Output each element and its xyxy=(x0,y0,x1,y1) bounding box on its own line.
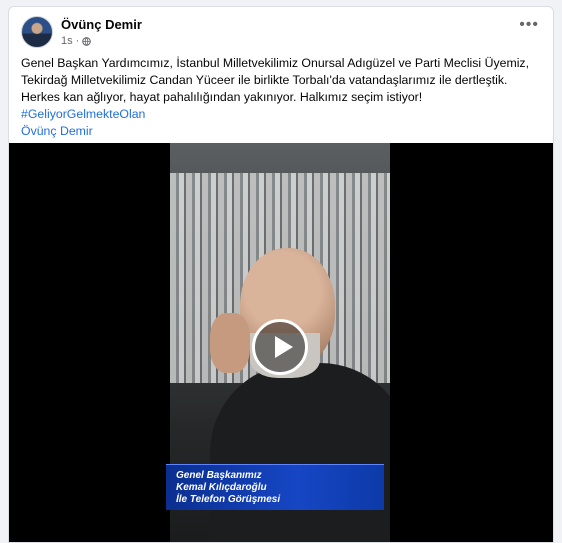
post-meta: 1s · xyxy=(61,35,92,47)
video-caption: Genel Başkanımız Kemal Kılıçdaroğlu İle … xyxy=(166,464,384,510)
post-card: Övünç Demir 1s · ••• Genel Başkan Yardım… xyxy=(8,6,554,543)
video-player[interactable]: Genel Başkanımız Kemal Kılıçdaroğlu İle … xyxy=(9,143,553,542)
post-text: Genel Başkan Yardımcımız, İstanbul Mille… xyxy=(21,56,529,104)
caption-line-1: Genel Başkanımız xyxy=(176,470,262,481)
tagged-profile-link[interactable]: Övünç Demir xyxy=(21,123,541,140)
play-icon[interactable] xyxy=(252,319,308,375)
caption-line-2: Kemal Kılıçdaroğlu xyxy=(176,482,267,493)
globe-icon[interactable] xyxy=(82,36,92,46)
post-header: Övünç Demir 1s · ••• xyxy=(9,7,553,49)
more-options-icon[interactable]: ••• xyxy=(519,17,539,33)
post-text-block: Genel Başkan Yardımcımız, İstanbul Mille… xyxy=(21,55,541,140)
person-body xyxy=(210,363,390,542)
caption-line-3: İle Telefon Görüşmesi xyxy=(176,494,281,505)
post-time[interactable]: 1s xyxy=(61,35,73,47)
person-hand xyxy=(210,313,250,373)
avatar[interactable] xyxy=(21,16,53,48)
hashtag-link[interactable]: #GeliyorGelmekteOlan xyxy=(21,106,541,123)
author-name[interactable]: Övünç Demir xyxy=(61,17,142,32)
